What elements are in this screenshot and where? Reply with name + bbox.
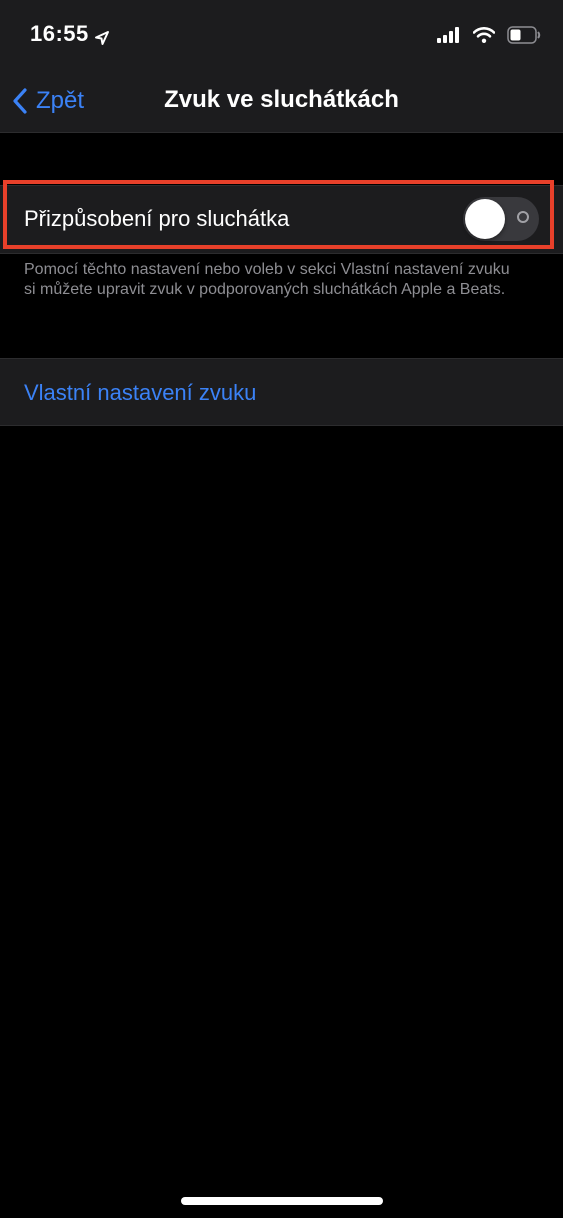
toggle-off-indicator-icon [517, 211, 529, 223]
clock-text: 16:55 [30, 21, 89, 46]
custom-audio-setup-row[interactable]: Vlastní nastavení zvuku [0, 358, 563, 426]
headphone-accommodations-toggle[interactable] [463, 197, 539, 241]
wifi-icon [472, 27, 496, 48]
custom-audio-setup-link[interactable]: Vlastní nastavení zvuku [24, 379, 256, 407]
headphone-accommodations-row: Přizpůsobení pro sluchátka [0, 185, 563, 254]
battery-icon [507, 26, 541, 49]
toggle-knob [465, 199, 505, 239]
status-bar: 16:55 [0, 0, 563, 70]
status-icons [437, 26, 541, 49]
status-time: 16:55 [30, 21, 109, 47]
navigation-bar: Zpět Zvuk ve sluchátkách [0, 70, 563, 133]
page-title: Zvuk ve sluchátkách [164, 86, 399, 113]
location-arrow-icon [94, 26, 110, 52]
cellular-signal-icon [437, 27, 461, 48]
headphone-accommodations-label: Přizpůsobení pro sluchátka [24, 206, 290, 231]
home-indicator[interactable] [181, 1197, 383, 1205]
section-footer-text: Pomocí těchto nastavení nebo voleb v sek… [24, 261, 510, 298]
